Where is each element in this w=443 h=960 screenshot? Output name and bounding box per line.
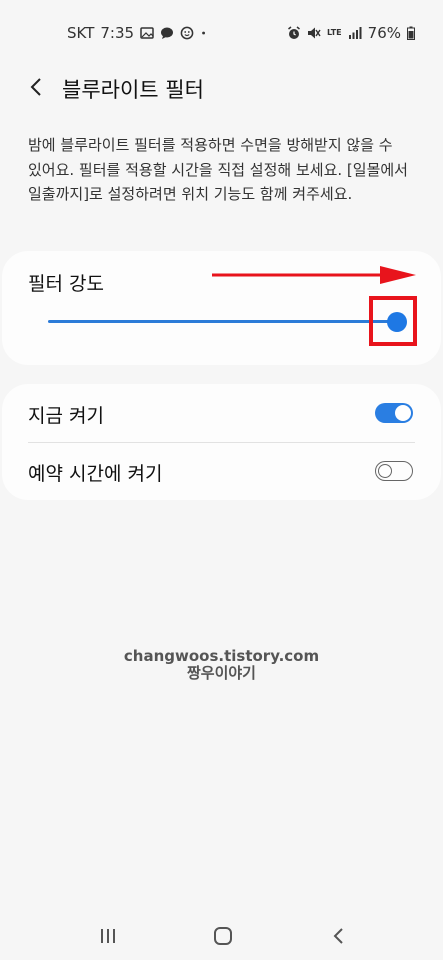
app-header: 블루라이트 필터 <box>0 68 443 108</box>
page-title: 블루라이트 필터 <box>62 78 204 102</box>
filter-intensity-slider-track[interactable] <box>48 320 398 323</box>
dot-icon <box>202 31 206 35</box>
home-icon[interactable] <box>211 924 235 948</box>
face-badge-icon <box>180 26 194 40</box>
message-bubble-icon <box>161 27 174 39</box>
lte-indicator: LTE <box>326 28 342 37</box>
carrier-label: SKT <box>67 24 95 42</box>
filter-intensity-card: 필터 강도 <box>2 251 441 365</box>
alarm-icon <box>287 26 300 39</box>
recent-apps-icon[interactable] <box>96 924 120 948</box>
mute-icon <box>307 27 321 39</box>
status-right: LTE 76% <box>287 24 415 42</box>
toggle-knob <box>378 463 392 478</box>
battery-icon <box>407 26 415 40</box>
chevron-left-icon[interactable] <box>26 76 48 98</box>
watermark-url: changwoos.tistory.com <box>123 647 320 665</box>
signal-icon <box>348 27 362 39</box>
gallery-icon <box>140 27 154 39</box>
navigation-bar <box>0 912 443 960</box>
toggle-knob <box>395 405 411 421</box>
red-highlight-box <box>369 296 417 346</box>
scheduled-toggle[interactable] <box>375 461 413 481</box>
back-icon[interactable] <box>327 924 351 948</box>
toggles-card: 지금 켜기 예약 시간에 켜기 <box>2 384 441 500</box>
scheduled-label: 예약 시간에 켜기 <box>28 463 163 485</box>
scheduled-row[interactable]: 예약 시간에 켜기 <box>2 442 441 500</box>
turn-on-now-toggle[interactable] <box>375 403 413 423</box>
turn-on-now-label: 지금 켜기 <box>28 405 104 427</box>
red-arrow-annotation <box>212 266 416 284</box>
clock: 7:35 <box>100 24 135 42</box>
filter-intensity-label: 필터 강도 <box>28 273 104 295</box>
status-left: SKT 7:35 <box>67 24 210 42</box>
watermark: changwoos.tistory.com 짱우이야기 <box>0 648 443 682</box>
turn-on-now-row[interactable]: 지금 켜기 <box>2 384 441 443</box>
battery-percent: 76% <box>367 24 401 42</box>
description-text: 밤에 블루라이트 필터를 적용하면 수면을 방해받지 않을 수 있어요. 필터를… <box>28 136 408 203</box>
watermark-blog-name: 짱우이야기 <box>186 664 256 682</box>
status-bar: SKT 7:35 LTE 76% <box>0 0 443 68</box>
